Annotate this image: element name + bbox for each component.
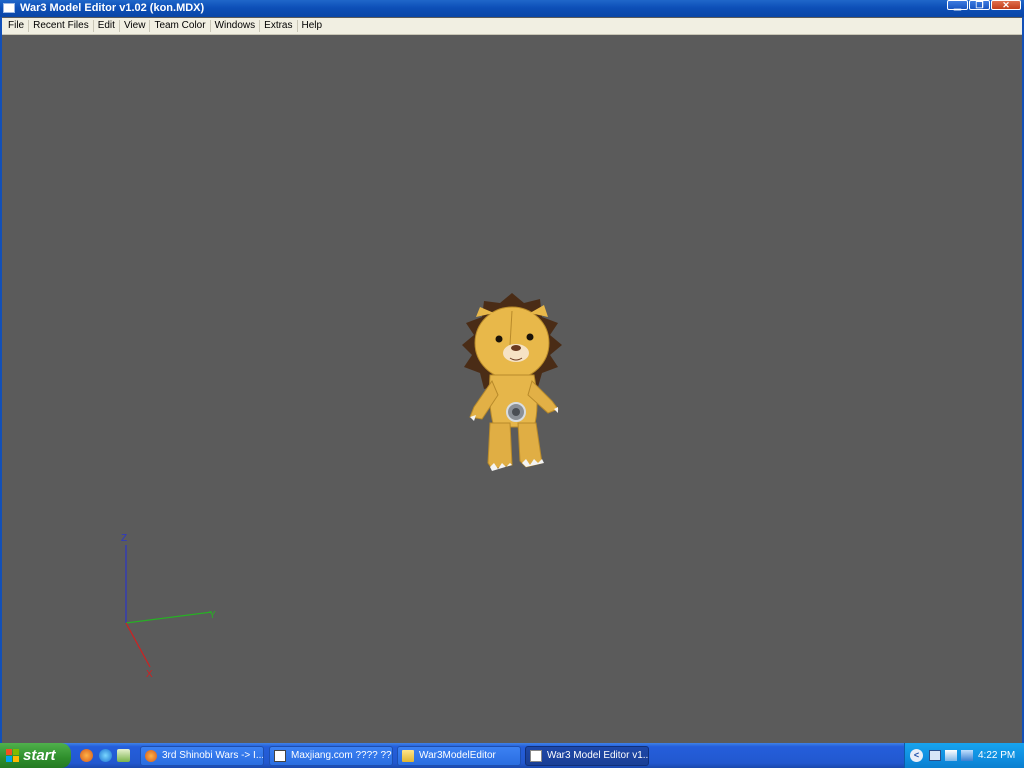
tray-expand-icon[interactable]: < (910, 749, 923, 762)
firefox-icon[interactable] (80, 749, 93, 762)
task-shinobi-wars[interactable]: 3rd Shinobi Wars -> I... (140, 746, 264, 766)
network-icon[interactable] (929, 750, 941, 761)
z-axis-label: Z (121, 533, 127, 544)
task-label: Maxjiang.com ???? ??? (291, 750, 393, 761)
menu-help[interactable]: Help (298, 18, 327, 34)
task-label: War3ModelEditor (419, 750, 496, 761)
task-label: 3rd Shinobi Wars -> I... (162, 750, 264, 761)
x-axis-label: X (146, 669, 153, 680)
model-viewport[interactable]: Z Y X (2, 35, 1022, 743)
minimize-button[interactable]: ▁ (947, 0, 968, 10)
windows-logo-icon (6, 749, 19, 762)
axis-gizmo: Z Y X (121, 533, 216, 680)
window-title: War3 Model Editor v1.02 (kon.MDX) (20, 2, 205, 14)
folder-icon (402, 750, 414, 762)
maximize-button[interactable]: ❐ (969, 0, 990, 10)
menu-extras[interactable]: Extras (260, 18, 296, 34)
clock[interactable]: 4:22 PM (978, 743, 1015, 768)
firefox-icon (145, 750, 157, 762)
viewport-canvas[interactable]: Z Y X (2, 35, 1022, 743)
model-eye-left (495, 335, 503, 343)
start-label: start (23, 747, 56, 764)
model-nose (511, 345, 521, 351)
window-icon (274, 750, 286, 762)
taskbar: start 3rd Shinobi Wars -> I... Maxjiang.… (0, 743, 1024, 768)
task-war3modeleditor-folder[interactable]: War3ModelEditor (397, 746, 521, 766)
title-bar[interactable]: War3 Model Editor v1.02 (kon.MDX) ▁ ❐ ✕ (0, 0, 1024, 17)
menu-team-color[interactable]: Team Color (150, 18, 209, 34)
safely-remove-icon[interactable] (945, 750, 957, 761)
menu-view[interactable]: View (120, 18, 150, 34)
menu-file[interactable]: File (2, 18, 28, 34)
x-axis-line (125, 622, 151, 668)
wireless-icon[interactable] (961, 750, 973, 761)
task-maxjiang[interactable]: Maxjiang.com ???? ??? (269, 746, 393, 766)
close-button[interactable]: ✕ (991, 0, 1021, 10)
menu-edit[interactable]: Edit (94, 18, 119, 34)
model-belly-badge-center (512, 408, 520, 416)
app-icon (3, 3, 15, 13)
media-player-icon[interactable] (99, 749, 112, 762)
y-axis-line (125, 611, 213, 624)
system-tray: < 4:22 PM (904, 743, 1024, 768)
menu-recent-files[interactable]: Recent Files (29, 18, 93, 34)
model-kon (462, 293, 562, 471)
model-leg-right (517, 422, 543, 468)
show-desktop-icon[interactable] (117, 749, 130, 762)
start-button[interactable]: start (0, 743, 71, 768)
y-axis-label: Y (209, 610, 216, 621)
task-war3-model-editor[interactable]: War3 Model Editor v1... (525, 746, 649, 766)
task-label: War3 Model Editor v1... (547, 750, 649, 761)
model-leg-left (487, 422, 513, 470)
menu-bar: File Recent Files Edit View Team Color W… (2, 18, 1022, 35)
model-eye-right (526, 333, 534, 341)
window-icon (530, 750, 542, 762)
menu-windows[interactable]: Windows (211, 18, 260, 34)
